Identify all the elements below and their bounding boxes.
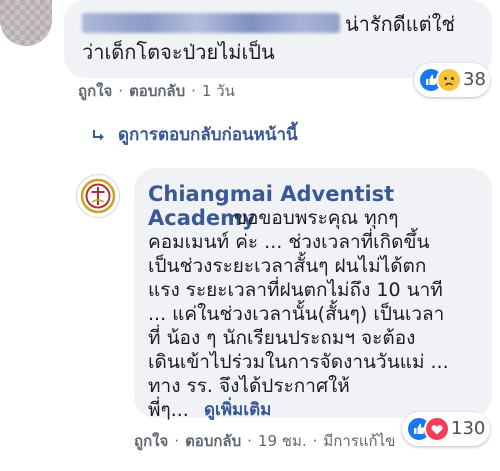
timestamp[interactable]: 1 วัน [202, 82, 235, 100]
separator: · [247, 432, 252, 450]
comment-text-line: พี่ๆ... [148, 399, 189, 421]
reaction-count: 38 [463, 69, 486, 90]
reaction-count: 130 [451, 418, 486, 439]
sad-icon [436, 67, 462, 93]
comment-text-line: เดินเข้าไปร่วมในการจัดงานวันแม่ ... [148, 351, 449, 373]
comment-text-line: แรง ระยะเวลาที่ฝนตกไม่ถึง 10 นาที [148, 279, 443, 301]
like-link[interactable]: ถูกใจ [78, 82, 112, 100]
reply-link[interactable]: ตอบกลับ [129, 82, 185, 100]
comment-text-line: ว่าเด็กโตจะป่วยไม่เป็น [82, 40, 275, 64]
comment-text-line: ที่ น้อง ๆ นักเรียนประถมฯ จะต้อง [148, 327, 416, 349]
like-link[interactable]: ถูกใจ [134, 432, 168, 450]
comment-author[interactable]: Chiangmai Adventist [148, 182, 394, 206]
comment-text-line: เป็นช่วงระยะเวลาสั้นๆ ฝนไม่ได้ตก [148, 255, 427, 277]
reply-link[interactable]: ตอบกลับ [185, 432, 241, 450]
comment-thread: น่ารักดีแต่ใช่ ว่าเด็กโตจะป่วยไม่เป็น 38… [0, 0, 500, 471]
comment-text-line: น่ารักดีแต่ใช่ [345, 12, 455, 36]
view-previous-replies-link[interactable]: ดูการตอบกลับก่อนหน้านี้ [118, 124, 298, 146]
avatar[interactable] [76, 174, 120, 218]
comment-text-line: ... แค่ในช่วงเวลานั้น(สั้นๆ) เป็นเวลา [148, 303, 445, 325]
comment-actions: ถูกใจ · ตอบกลับ · 1 วัน [78, 81, 235, 101]
comment-actions: ถูกใจ · ตอบกลับ · 19 ชม. · มีการแก้ไข [134, 431, 395, 451]
timestamp[interactable]: 19 ชม. [258, 432, 307, 450]
edited-label[interactable]: มีการแก้ไข [323, 432, 395, 450]
comment-text-line: ทาง รร. จึงได้ประกาศให้ [148, 375, 350, 397]
avatar[interactable] [0, 0, 52, 46]
comment-text-line: คอมเมนท์ ค่ะ ... ช่วงเวลาที่เกิดขึ้น [148, 231, 430, 253]
see-more-link[interactable]: ดูเพิ่มเติม [204, 399, 271, 421]
separator: · [174, 432, 180, 450]
separator: · [118, 82, 124, 100]
reply-arrow-icon [92, 128, 106, 147]
separator: · [312, 432, 318, 450]
reaction-summary[interactable]: 130 [402, 412, 490, 446]
school-logo-icon [80, 178, 116, 214]
comment-text-line: ขอขอบพระคุณ ทุกๆ [234, 207, 399, 229]
blurred-author-name[interactable] [82, 13, 340, 33]
separator: · [191, 82, 196, 100]
reaction-summary[interactable]: 38 [414, 63, 490, 97]
love-icon [424, 416, 450, 442]
